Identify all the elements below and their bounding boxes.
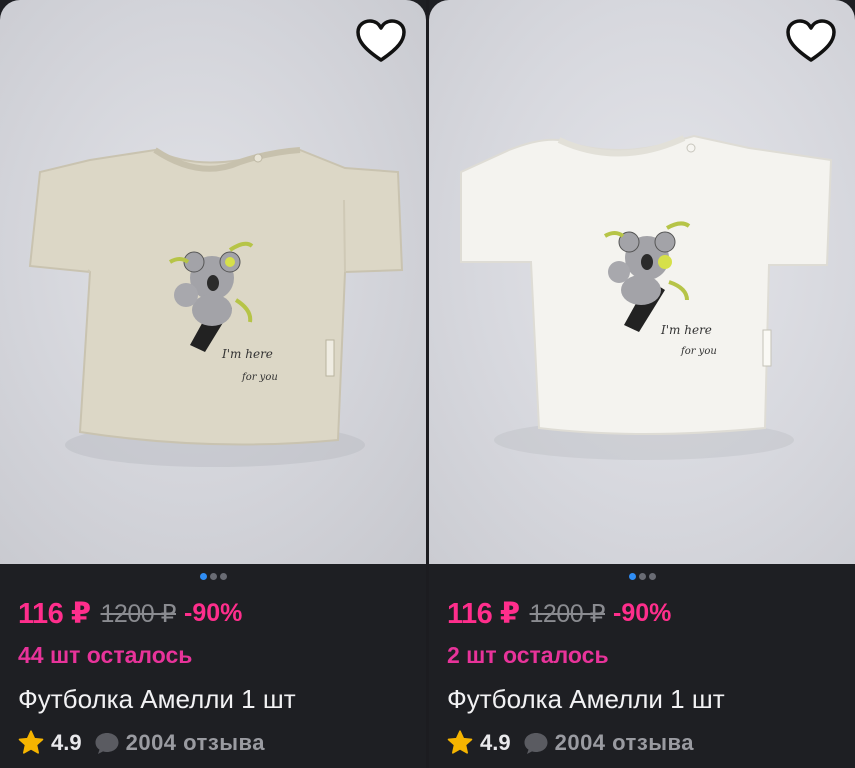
heart-outline-icon[interactable]: [355, 18, 407, 64]
gallery-dots[interactable]: [0, 573, 426, 581]
rating-value: 4.9: [480, 730, 511, 755]
stock-remaining: 44 шт осталось: [18, 642, 193, 668]
tshirt-image: I'm here for you: [28, 147, 404, 467]
rating-row: 4.9 2004 отзыва: [446, 729, 694, 759]
print-text-line2: for you: [241, 372, 278, 383]
heart-outline-icon[interactable]: [785, 18, 837, 64]
product-image[interactable]: I'm here for you: [0, 0, 426, 564]
stock-remaining: 2 шт осталось: [447, 642, 609, 668]
comment-icon: [524, 733, 548, 754]
reviews-count[interactable]: 2004 отзыва: [555, 730, 694, 756]
price-row: 116 ₽ 1200 ₽ -90%: [447, 596, 671, 632]
reviews-count[interactable]: 2004 отзыва: [126, 730, 265, 756]
old-price: 1200 ₽: [100, 599, 177, 628]
rating-value: 4.9: [51, 730, 82, 755]
product-card[interactable]: I'm here for you 116 ₽ 1200 ₽ -90% 44 шт о…: [0, 0, 426, 768]
gallery-dots[interactable]: [429, 573, 855, 581]
gallery-dot[interactable]: [209, 573, 217, 580]
product-image[interactable]: I'm here for you: [429, 0, 855, 564]
product-title[interactable]: Футболка Амелли 1 шт: [18, 684, 296, 715]
print-text-line1: I'm here: [221, 347, 273, 361]
rating-row: 4.9 2004 отзыва: [17, 729, 265, 759]
old-price: 1200 ₽: [529, 599, 606, 628]
current-price: 116 ₽: [447, 598, 520, 630]
current-price: 116 ₽: [18, 598, 91, 630]
print-text-line2: for you: [680, 346, 717, 357]
gallery-dot-active[interactable]: [628, 573, 636, 580]
product-card[interactable]: I'm here for you 116 ₽ 1200 ₽ -90% 2 шт ос…: [429, 0, 855, 768]
product-grid: I'm here for you 116 ₽1200 ₽ -90% 44 шт о…: [0, 0, 855, 768]
price-row: 116 ₽ 1200 ₽ -90%: [18, 596, 242, 632]
gallery-dot[interactable]: [638, 573, 646, 580]
gallery-dot[interactable]: [219, 573, 227, 580]
product-title[interactable]: Футболка Амелли 1 шт: [447, 684, 725, 715]
comment-icon: [95, 733, 119, 754]
gallery-dot-active[interactable]: [199, 573, 207, 580]
discount-badge: -90%: [613, 599, 672, 627]
discount-badge: -90%: [184, 599, 243, 627]
print-text-line1: I'm here: [660, 323, 712, 337]
gallery-dot[interactable]: [648, 573, 656, 580]
star-icon: [447, 730, 473, 754]
star-icon: [18, 730, 44, 754]
tshirt-image: I'm here for you: [460, 134, 833, 460]
